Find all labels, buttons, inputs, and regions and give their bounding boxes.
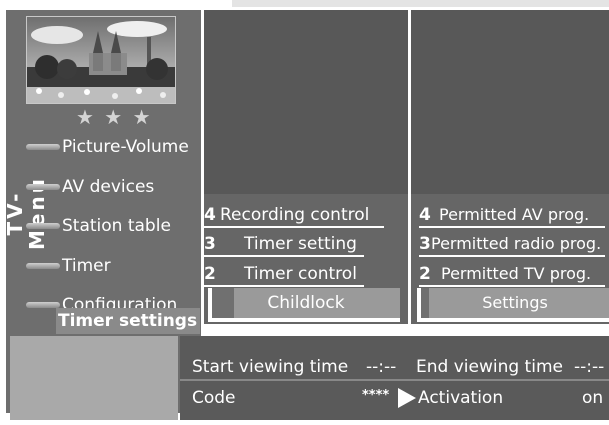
menu-item-label: Configuration xyxy=(62,295,178,310)
item-label: Permitted AV prog. xyxy=(439,205,590,224)
menu-bullet-icon xyxy=(26,144,60,150)
end-viewing-time-label: End viewing time xyxy=(416,357,563,377)
item-underline xyxy=(204,226,384,228)
item-underline xyxy=(204,285,364,287)
code-value[interactable]: **** xyxy=(362,384,389,408)
menu-item-configuration[interactable]: Configuration xyxy=(26,290,198,310)
menu-bullet-icon xyxy=(26,223,60,229)
panel-header-area xyxy=(204,10,408,194)
item-underline xyxy=(204,255,364,257)
submenu-item-permitted-radio[interactable]: 3 Permitted radio prog. xyxy=(411,231,609,257)
item-number: 4 xyxy=(419,205,431,225)
submenu-item-permitted-av[interactable]: 4 Permitted AV prog. xyxy=(411,202,609,228)
item-number: 3 xyxy=(204,234,216,254)
menu-item-label: Timer xyxy=(62,256,111,276)
submenu-item-settings-selected[interactable]: Settings xyxy=(417,288,609,322)
submenu-item-timer-control[interactable]: 2 Timer control xyxy=(204,261,408,287)
item-underline xyxy=(419,226,605,228)
panel-header-area xyxy=(411,10,609,194)
timer-submenu-panel: 4 Recording control 3 Timer setting 2 Ti… xyxy=(204,10,408,324)
menu-item-station-table[interactable]: Station table xyxy=(26,211,198,241)
pointer-arrow-icon xyxy=(398,388,416,408)
item-number: 2 xyxy=(204,264,216,284)
menu-item-timer[interactable]: Timer xyxy=(26,251,198,281)
channel-preview-image xyxy=(26,16,176,104)
selected-menu-label[interactable]: Timer settings xyxy=(58,308,197,334)
top-bar xyxy=(232,0,609,7)
item-label: Settings xyxy=(482,293,548,312)
item-label: Recording control xyxy=(220,205,370,225)
menu-item-label: Picture-Volume xyxy=(62,137,189,157)
submenu-item-recording-control[interactable]: 4 Recording control xyxy=(204,202,408,228)
item-underline xyxy=(419,285,605,287)
childlock-submenu-panel: 4 Permitted AV prog. 3 Permitted radio p… xyxy=(411,10,609,324)
rating-stars: ★ ★ ★ xyxy=(76,105,153,129)
item-label: Permitted TV prog. xyxy=(441,264,592,283)
item-label: Timer setting xyxy=(244,234,357,254)
item-label: Timer control xyxy=(244,264,357,284)
submenu-item-timer-setting[interactable]: 3 Timer setting xyxy=(204,231,408,257)
menu-bullet-icon xyxy=(26,263,60,269)
info-divider xyxy=(180,379,609,381)
menu-bullet-icon xyxy=(26,302,60,308)
start-viewing-time-label: Start viewing time xyxy=(192,357,349,377)
menu-item-label: Station table xyxy=(62,216,171,236)
item-number: 2 xyxy=(419,264,431,284)
submenu-item-permitted-tv[interactable]: 2 Permitted TV prog. xyxy=(411,261,609,287)
item-label: Childlock xyxy=(267,293,345,313)
end-viewing-time-value[interactable]: --:-- xyxy=(574,355,604,379)
code-label: Code xyxy=(192,388,236,408)
menu-bullet-icon xyxy=(26,184,60,190)
lower-left-panel xyxy=(10,336,178,420)
tv-menu-title: TV-Menu xyxy=(3,176,49,250)
item-number: 3 xyxy=(419,234,431,254)
item-number: 4 xyxy=(204,205,216,225)
menu-item-av-devices[interactable]: AV devices xyxy=(26,172,198,202)
menu-item-label: AV devices xyxy=(62,177,155,197)
item-underline xyxy=(419,255,605,257)
menu-item-picture-volume[interactable]: Picture-Volume xyxy=(26,132,198,162)
item-label: Permitted radio prog. xyxy=(431,234,602,253)
activation-label: Activation xyxy=(418,388,504,408)
activation-value[interactable]: on xyxy=(582,386,603,410)
start-viewing-time-value[interactable]: --:-- xyxy=(366,355,396,379)
submenu-item-childlock-selected[interactable]: Childlock xyxy=(208,288,400,322)
